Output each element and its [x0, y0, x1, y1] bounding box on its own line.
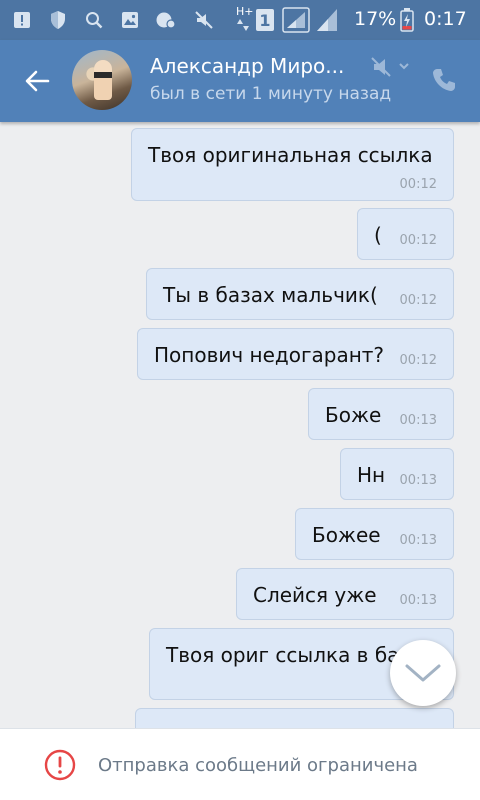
search-icon: [84, 10, 104, 30]
message-list[interactable]: Твоя оригинальная ссылка 00:12 ( 00:12 Т…: [0, 122, 480, 728]
message-bubble[interactable]: Божее 00:13: [295, 508, 454, 560]
message-text: Твоя оригинальная ссылка: [148, 143, 433, 167]
message-text: (: [374, 223, 382, 247]
signal-strength-icon: [316, 8, 338, 32]
call-button[interactable]: [424, 62, 464, 98]
back-arrow-icon: [25, 70, 50, 92]
message-time: 00:12: [399, 233, 437, 248]
message-bubble[interactable]: Твоя оригинальная ссылка 00:12: [131, 128, 454, 201]
warning-icon: [44, 749, 76, 781]
message-bubble[interactable]: Ты в базах мальчик( 00:12: [146, 268, 454, 320]
message-text: Попович недогарант?: [154, 343, 385, 367]
message-text: Слейся уже: [253, 583, 377, 607]
scroll-down-button[interactable]: [390, 640, 456, 706]
message-text: Боже: [325, 403, 382, 427]
data-arrows-icon: [236, 18, 250, 32]
signal-icon: [282, 7, 310, 33]
phone-icon: [433, 69, 455, 91]
restriction-bar: Отправка сообщений ограничена: [0, 728, 480, 800]
message-text: Божее: [312, 523, 381, 547]
message-bubble[interactable]: Попович недогарант? 00:12: [137, 328, 454, 380]
shield-icon: [48, 10, 68, 30]
notification-icon: [12, 10, 32, 30]
sim-icon: 1: [256, 9, 274, 31]
message-text: Ты в базах мальчик(: [163, 283, 378, 307]
message-bubble[interactable]: Боже 00:13: [308, 388, 454, 440]
vk-icon: [156, 10, 176, 30]
message-time: 00:12: [399, 177, 437, 192]
message-bubble[interactable]: Слейся уже 00:13: [236, 568, 454, 620]
message-time: 00:12: [399, 353, 437, 368]
back-button[interactable]: [14, 58, 60, 104]
message-time: 00:13: [399, 473, 437, 488]
message-time: 00:13: [399, 593, 437, 608]
avatar[interactable]: [72, 50, 132, 110]
chat-header: Александр Миро... был в сети 1 минуту на…: [0, 40, 480, 122]
message-bubble[interactable]: Нн 00:13: [340, 448, 454, 500]
battery-icon: [400, 8, 414, 32]
network-type: H+: [236, 5, 254, 18]
battery-percent: 17%: [354, 8, 397, 30]
contact-name[interactable]: Александр Миро...: [150, 54, 344, 78]
status-bar: H+ 1 17% 0:17: [0, 0, 480, 40]
image-icon: [120, 10, 140, 30]
message-text: Твоя ориг ссылка в ба: [166, 643, 400, 667]
muted-icon: [368, 54, 412, 82]
message-time: 00:13: [399, 533, 437, 548]
message-bubble[interactable]: [135, 708, 454, 728]
contact-status: был в сети 1 минуту назад: [150, 84, 392, 104]
message-text: Нн: [357, 463, 386, 487]
silent-icon: [194, 10, 214, 30]
restriction-text: Отправка сообщений ограничена: [98, 755, 418, 776]
message-bubble[interactable]: ( 00:12: [357, 208, 454, 260]
message-time: 00:12: [399, 293, 437, 308]
message-time: 00:13: [399, 413, 437, 428]
chevron-down-icon: [405, 664, 441, 682]
avatar-photo: [94, 60, 112, 100]
clock: 0:17: [424, 8, 467, 30]
